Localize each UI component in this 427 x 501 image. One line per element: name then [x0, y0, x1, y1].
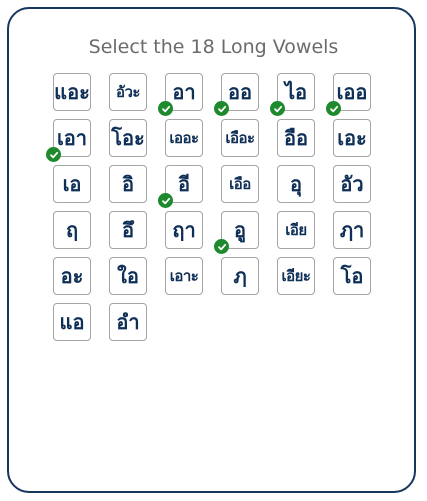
vowel-label: อิ: [121, 172, 134, 196]
vowel-tile[interactable]: เอ: [53, 165, 91, 203]
vowel-tile[interactable]: เอาะ: [165, 257, 203, 295]
vowel-label: ฦา: [339, 218, 365, 242]
vowel-tile[interactable]: โอะ: [109, 119, 147, 157]
vowel-label: ฤ: [65, 218, 79, 242]
vowel-tile[interactable]: เอียะ: [277, 257, 315, 295]
vowel-label: เอา: [56, 126, 88, 150]
vowel-label: อี: [177, 172, 190, 196]
vowel-label: ไอ: [284, 80, 308, 104]
vowel-tile[interactable]: อำ: [109, 303, 147, 341]
vowel-label: อำ: [116, 310, 140, 334]
vowel-tile[interactable]: อัว: [333, 165, 371, 203]
vowel-tile[interactable]: ฦา: [333, 211, 371, 249]
vowel-label: อือ: [283, 126, 309, 150]
vowel-label: แอะ: [54, 80, 90, 104]
vowel-tile[interactable]: แอ: [53, 303, 91, 341]
vowel-label: โอะ: [111, 126, 145, 150]
vowel-tile[interactable]: ไอ: [270, 73, 315, 116]
vowel-tile[interactable]: อู: [214, 211, 259, 254]
vowel-label: ฤา: [172, 218, 196, 242]
vowel-tile[interactable]: เออ: [326, 73, 371, 116]
vowel-label: อะ: [60, 264, 84, 288]
checkmark-icon: [46, 147, 61, 162]
vowel-tile[interactable]: ฤ: [53, 211, 91, 249]
vowel-tile[interactable]: อือ: [277, 119, 315, 157]
vowel-tile[interactable]: เอะ: [333, 119, 371, 157]
vowel-tile[interactable]: เอือ: [221, 165, 259, 203]
vowel-tile[interactable]: ฦ: [221, 257, 259, 295]
vowel-label: อา: [172, 80, 196, 104]
vowel-tile[interactable]: โอ: [333, 257, 371, 295]
vowel-tile[interactable]: ใอ: [109, 257, 147, 295]
vowel-label: อู: [233, 218, 246, 242]
vowel-label: ออ: [227, 80, 253, 104]
vowel-label: อุ: [289, 172, 302, 196]
vowel-label: อัวะ: [116, 82, 141, 101]
vowel-label: เอาะ: [169, 266, 199, 285]
checkmark-icon: [158, 101, 173, 116]
vowel-tile[interactable]: แอะ: [53, 73, 91, 111]
vowel-grid: แอะ อัวะ อา ออ ไอ เออ เอา โอะ เออะ เอือะ อือ เอะ เออ…: [46, 73, 377, 341]
checkmark-icon: [326, 101, 341, 116]
vowel-tile[interactable]: อัวะ: [109, 73, 147, 111]
checkmark-icon: [158, 193, 173, 208]
vowel-tile[interactable]: อึ: [109, 211, 147, 249]
vowel-tile[interactable]: อิ: [109, 165, 147, 203]
vowel-tile[interactable]: เอีย: [277, 211, 315, 249]
vowel-label: อึ: [121, 218, 134, 242]
checkmark-icon: [214, 101, 229, 116]
vowel-tile[interactable]: เอือะ: [221, 119, 259, 157]
vowel-tile[interactable]: อี: [158, 165, 203, 208]
vowel-label: เอือะ: [225, 128, 255, 147]
vowel-label: เออ: [336, 80, 368, 104]
vowel-tile[interactable]: เอา: [46, 119, 91, 162]
page-title: Select the 18 Long Vowels: [88, 36, 339, 58]
vowel-label: ฦ: [233, 264, 247, 288]
vowel-label: เออะ: [169, 128, 199, 147]
vowel-tile[interactable]: ออ: [214, 73, 259, 116]
vowel-label: เอือ: [229, 174, 251, 193]
checkmark-icon: [214, 239, 229, 254]
vowel-label: เอียะ: [281, 266, 311, 285]
vowel-tile[interactable]: อุ: [277, 165, 315, 203]
vowel-label: เอ: [62, 172, 82, 196]
vowel-label: เอีย: [285, 220, 307, 239]
vowel-tile[interactable]: ฤา: [165, 211, 203, 249]
vowel-tile[interactable]: อา: [158, 73, 203, 116]
vowel-label: โอ: [340, 264, 364, 288]
vowel-tile[interactable]: เออะ: [165, 119, 203, 157]
vowel-tile[interactable]: อะ: [53, 257, 91, 295]
vowel-label: แอ: [59, 310, 85, 334]
vowel-label: เอะ: [337, 126, 367, 150]
vowel-label: อัว: [340, 172, 364, 196]
vowel-label: ใอ: [117, 264, 139, 288]
checkmark-icon: [270, 101, 285, 116]
